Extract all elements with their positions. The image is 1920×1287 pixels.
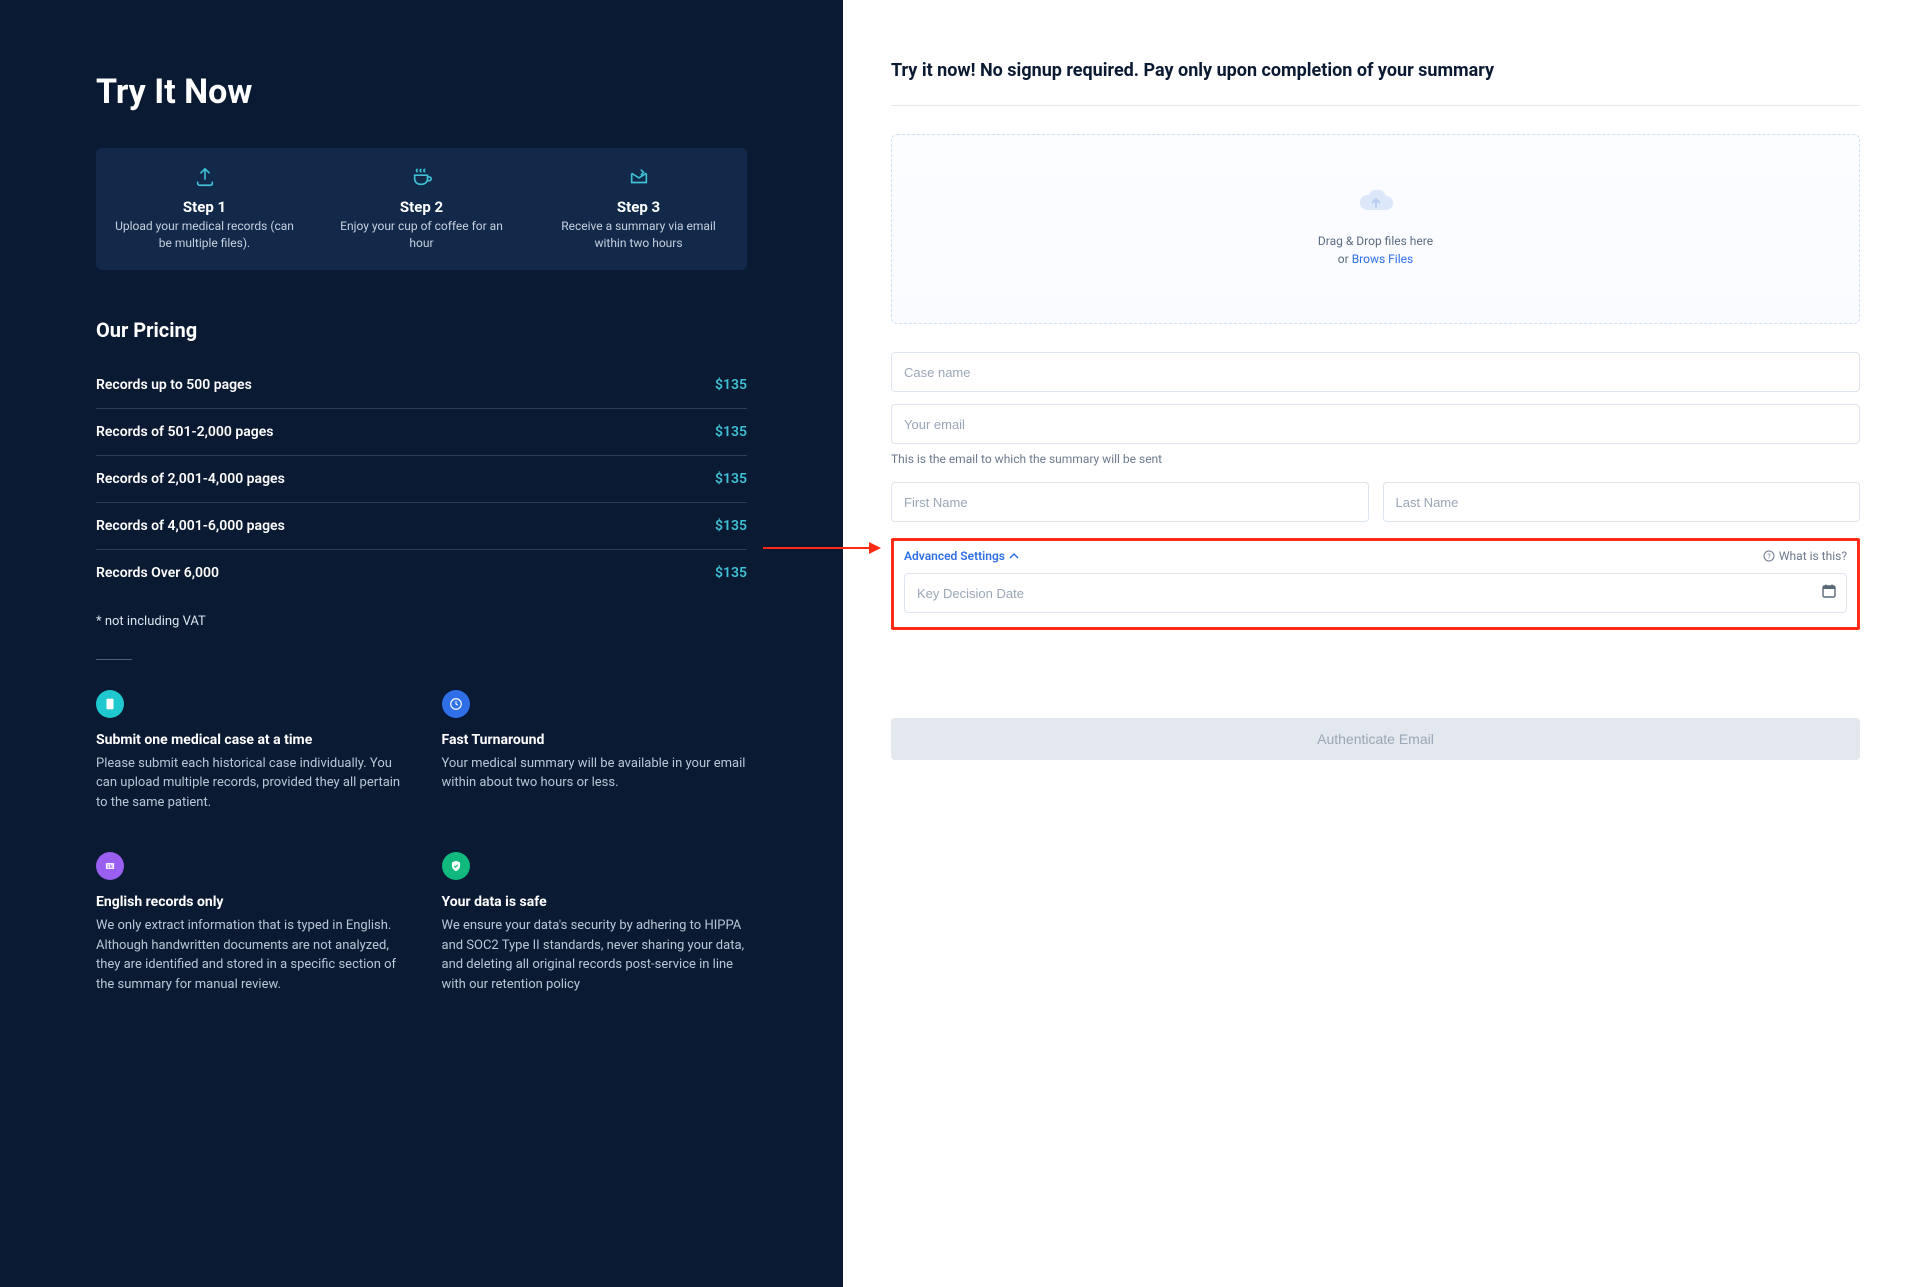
feature-title: Fast Turnaround [442,732,748,748]
file-dropzone[interactable]: Drag & Drop files here or Brows Files [891,134,1860,324]
pricing-table: Records up to 500 pages $135 Records of … [96,362,747,596]
help-icon: ? [1763,550,1775,562]
steps-box: Step 1 Upload your medical records (can … [96,148,747,270]
feature-safe: Your data is safe We ensure your data's … [442,852,748,994]
step-title: Step 3 [544,198,733,216]
features-grid: Submit one medical case at a time Please… [96,690,747,995]
step-2: Step 2 Enjoy your cup of coffee for an h… [313,166,530,252]
vat-note: * not including VAT [96,614,747,629]
advanced-settings-toggle[interactable]: Advanced Settings [904,549,1019,563]
advanced-header: Advanced Settings ? What is this? [904,549,1847,563]
step-1: Step 1 Upload your medical records (can … [96,166,313,252]
feature-fast: Fast Turnaround Your medical summary wil… [442,690,748,813]
language-icon: EN [96,852,124,880]
upload-icon [194,166,216,192]
pricing-row: Records Over 6,000 $135 [96,550,747,596]
advanced-label: Advanced Settings [904,549,1005,563]
right-panel: Try it now! No signup required. Pay only… [843,0,1920,1287]
step-title: Step 1 [110,198,299,216]
first-name-input[interactable] [891,482,1369,522]
email-hint: This is the email to which the summary w… [891,452,1860,466]
key-decision-date-input[interactable] [904,573,1847,613]
feature-title: Your data is safe [442,894,748,910]
drop-line1: Drag & Drop files here [1318,234,1433,248]
right-heading: Try it now! No signup required. Pay only… [891,58,1860,106]
clipboard-icon [96,690,124,718]
pricing-value: $135 [715,424,747,440]
pricing-row: Records of 4,001-6,000 pages $135 [96,503,747,550]
last-name-input[interactable] [1383,482,1861,522]
clock-icon [442,690,470,718]
feature-desc: We only extract information that is type… [96,916,402,994]
chevron-up-icon [1009,551,1019,561]
calendar-icon[interactable] [1821,583,1837,603]
pricing-label: Records up to 500 pages [96,377,252,393]
feature-desc: We ensure your data's security by adheri… [442,916,748,994]
shield-icon [442,852,470,880]
pricing-row: Records of 2,001-4,000 pages $135 [96,456,747,503]
pricing-value: $135 [715,377,747,393]
pricing-value: $135 [715,518,747,534]
pricing-label: Records of 501-2,000 pages [96,424,273,440]
step-desc: Receive a summary via email within two h… [544,218,733,252]
pricing-label: Records of 2,001-4,000 pages [96,471,285,487]
svg-text:?: ? [1767,553,1771,561]
key-date-wrap [904,573,1847,613]
pricing-title: Our Pricing [96,318,747,342]
pricing-label: Records Over 6,000 [96,565,219,581]
pricing-label: Records of 4,001-6,000 pages [96,518,285,534]
step-title: Step 2 [327,198,516,216]
email-input[interactable] [891,404,1860,444]
feature-title: Submit one medical case at a time [96,732,402,748]
page-title: Try It Now [96,72,747,112]
authenticate-email-button[interactable]: Authenticate Email [891,718,1860,760]
step-desc: Enjoy your cup of coffee for an hour [327,218,516,252]
name-row [891,482,1860,522]
coffee-icon [411,166,433,192]
feature-title: English records only [96,894,402,910]
what-is-this-link[interactable]: ? What is this? [1763,549,1847,563]
step-desc: Upload your medical records (can be mult… [110,218,299,252]
advanced-settings-box: Advanced Settings ? What is this? [891,538,1860,630]
case-name-input[interactable] [891,352,1860,392]
cloud-upload-icon [1358,190,1394,222]
browse-files-link[interactable]: Brows Files [1352,252,1413,266]
feature-submit-one: Submit one medical case at a time Please… [96,690,402,813]
divider [96,659,132,660]
mail-icon [628,166,650,192]
what-is-this-label: What is this? [1779,549,1847,563]
feature-desc: Please submit each historical case indiv… [96,754,402,813]
step-3: Step 3 Receive a summary via email withi… [530,166,747,252]
feature-english: EN English records only We only extract … [96,852,402,994]
pricing-value: $135 [715,471,747,487]
left-panel: Try It Now Step 1 Upload your medical re… [0,0,843,1287]
drop-or: or [1338,252,1352,266]
pricing-row: Records of 501-2,000 pages $135 [96,409,747,456]
pricing-row: Records up to 500 pages $135 [96,362,747,409]
drop-text: Drag & Drop files here or Brows Files [1318,232,1433,268]
svg-text:EN: EN [107,864,112,869]
pricing-value: $135 [715,565,747,581]
feature-desc: Your medical summary will be available i… [442,754,748,793]
